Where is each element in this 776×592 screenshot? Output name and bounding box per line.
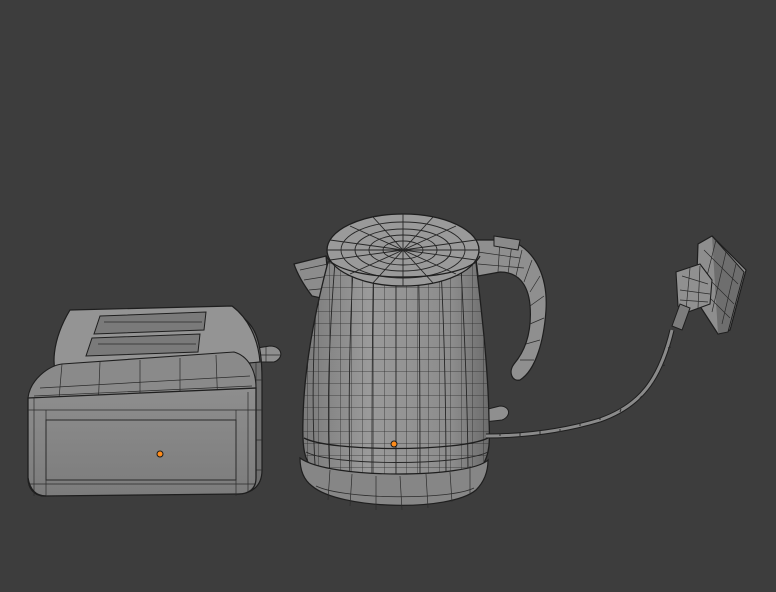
kettle[interactable] (290, 213, 547, 511)
power-cord[interactable] (485, 329, 675, 439)
kettle-lid[interactable] (325, 213, 481, 287)
object-origin-icon (390, 440, 398, 448)
object-origin-icon (156, 450, 164, 458)
toaster[interactable] (27, 305, 282, 497)
3d-viewport[interactable] (0, 0, 776, 592)
plug-socket[interactable] (671, 235, 747, 335)
scene-render (27, 213, 747, 511)
